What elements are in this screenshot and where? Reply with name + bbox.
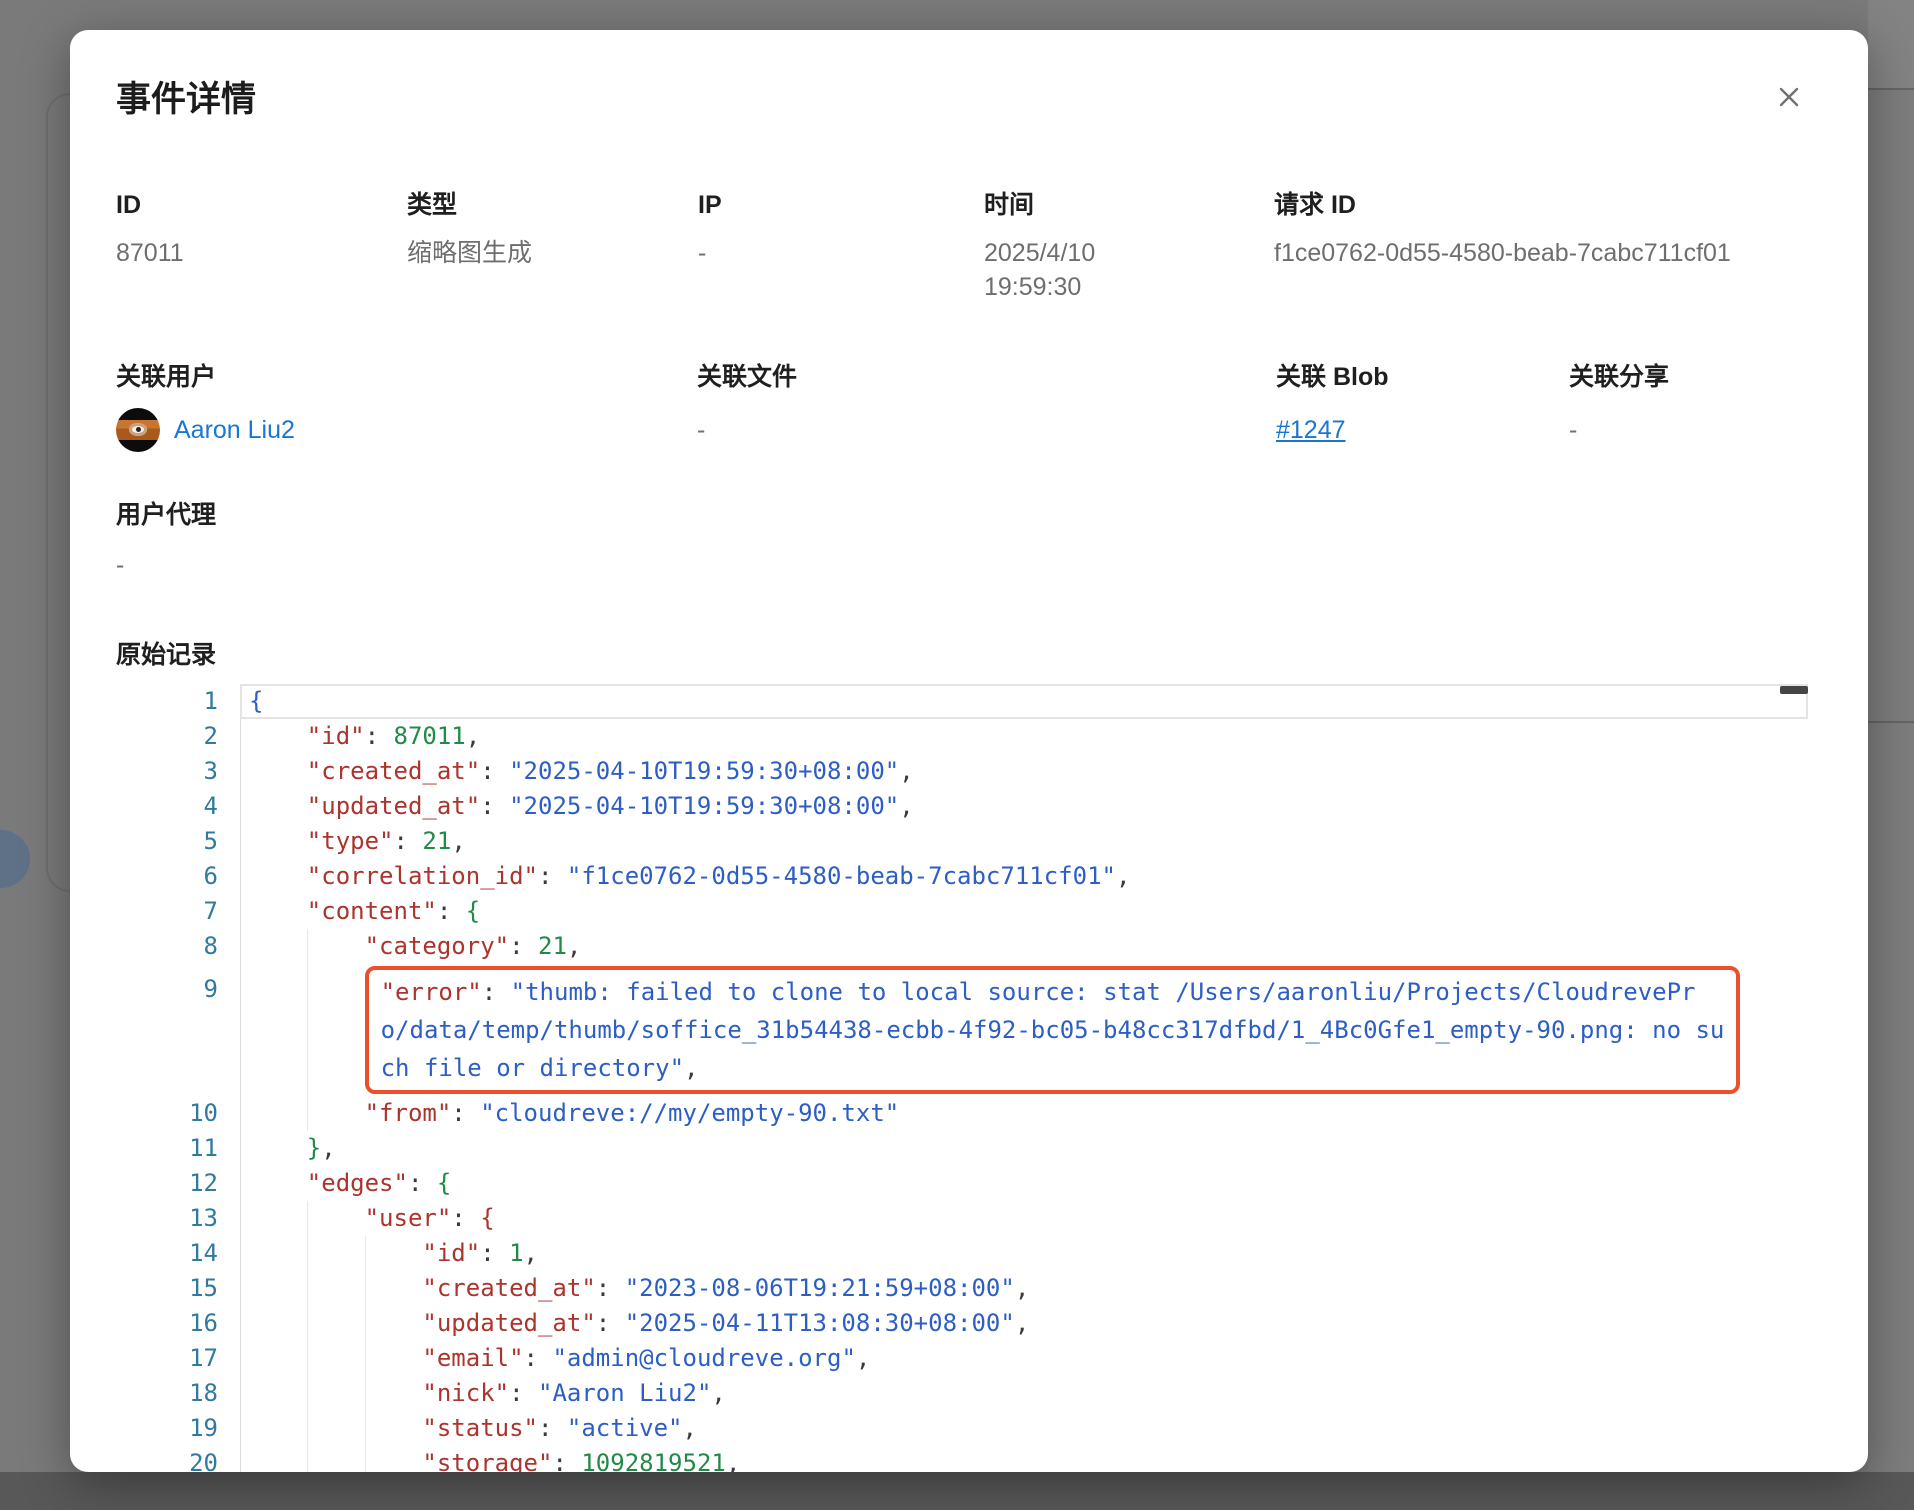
info-cell-related-user: 关联用户 Aaron Liu2	[116, 360, 697, 452]
indent-guide	[365, 1376, 366, 1411]
code-line-7: 7"content": {	[116, 894, 1808, 929]
indent-guide	[307, 964, 308, 1096]
line-number: 1	[116, 684, 240, 719]
code-line-1: 1{	[116, 684, 1808, 719]
indent-guide	[307, 1271, 308, 1306]
indent-guide	[365, 1306, 366, 1341]
line-number: 4	[116, 789, 240, 824]
code-line-11: 11},	[116, 1131, 1808, 1166]
indent-guide	[365, 1411, 366, 1446]
user-agent-section: 用户代理 -	[116, 498, 1808, 582]
code-line-5: 5"type": 21,	[116, 824, 1808, 859]
code-line-3: 3"created_at": "2025-04-10T19:59:30+08:0…	[116, 754, 1808, 789]
code-line-8: 8"category": 21,	[116, 929, 1808, 964]
line-number: 11	[116, 1131, 240, 1166]
info-value-time: 2025/4/10 19:59:30	[984, 236, 1134, 304]
line-number: 15	[116, 1271, 240, 1306]
code-line-19: 19"status": "active",	[116, 1411, 1808, 1446]
info-row-relations: 关联用户 Aaron Liu2 关联文件 - 关联 Blob #1247 关联分…	[116, 360, 1808, 452]
close-button[interactable]	[1774, 82, 1804, 112]
line-number: 18	[116, 1376, 240, 1411]
line-number: 14	[116, 1236, 240, 1271]
line-number: 7	[116, 894, 240, 929]
code-line-16: 16"updated_at": "2025-04-11T13:08:30+08:…	[116, 1306, 1808, 1341]
raw-record-editor[interactable]: 1{2"id": 87011,3"created_at": "2025-04-1…	[116, 684, 1808, 1472]
user-agent-value: -	[116, 548, 1808, 582]
line-number: 6	[116, 859, 240, 894]
info-cell-id: ID 87011	[116, 188, 407, 304]
code-line-20: 20"storage": 1092819521,	[116, 1446, 1808, 1472]
error-highlight-box: "error": "thumb: failed to clone to loca…	[365, 966, 1741, 1094]
info-label-ip: IP	[698, 188, 984, 222]
code-line-6: 6"correlation_id": "f1ce0762-0d55-4580-b…	[116, 859, 1808, 894]
indent-guide	[307, 1306, 308, 1341]
indent-guide	[365, 1236, 366, 1271]
code-line-12: 12"edges": {	[116, 1166, 1808, 1201]
code-line-10: 10"from": "cloudreve://my/empty-90.txt"	[116, 1096, 1808, 1131]
page-title: 事件详情	[116, 78, 256, 122]
indent-guide	[307, 1376, 308, 1411]
line-number: 19	[116, 1411, 240, 1446]
info-label-related-file: 关联文件	[697, 360, 1276, 394]
avatar	[116, 408, 160, 452]
info-value-ip: -	[698, 236, 984, 270]
user-agent-label: 用户代理	[116, 498, 1808, 532]
info-label-related-share: 关联分享	[1569, 360, 1808, 394]
line-number: 17	[116, 1341, 240, 1376]
related-user-link[interactable]: Aaron Liu2	[174, 416, 295, 445]
info-value-request-id: f1ce0762-0d55-4580-beab-7cabc711cf01	[1274, 236, 1808, 270]
line-number: 2	[116, 719, 240, 754]
info-cell-ip: IP -	[698, 188, 984, 304]
line-number: 9	[116, 964, 240, 1096]
info-cell-type: 类型 缩略图生成	[407, 188, 698, 304]
info-label-related-blob: 关联 Blob	[1276, 360, 1569, 394]
code-line-17: 17"email": "admin@cloudreve.org",	[116, 1341, 1808, 1376]
info-label-request-id: 请求 ID	[1274, 188, 1808, 222]
line-number: 8	[116, 929, 240, 964]
info-row-primary: ID 87011 类型 缩略图生成 IP - 时间 2025/4/10 19:5…	[116, 188, 1808, 304]
line-number: 20	[116, 1446, 240, 1472]
line-number: 3	[116, 754, 240, 789]
info-label-related-user: 关联用户	[116, 360, 697, 394]
line-number: 5	[116, 824, 240, 859]
code-line-15: 15"created_at": "2023-08-06T19:21:59+08:…	[116, 1271, 1808, 1306]
info-label-time: 时间	[984, 188, 1274, 222]
info-value-related-share: -	[1569, 408, 1808, 452]
line-number: 13	[116, 1201, 240, 1236]
indent-guide	[365, 1446, 366, 1472]
info-label-type: 类型	[407, 188, 698, 222]
info-cell-related-file: 关联文件 -	[697, 360, 1276, 452]
code-line-13: 13"user": {	[116, 1201, 1808, 1236]
line-number: 12	[116, 1166, 240, 1201]
code-line-18: 18"nick": "Aaron Liu2",	[116, 1376, 1808, 1411]
close-icon	[1774, 100, 1804, 115]
related-blob-link[interactable]: #1247	[1276, 416, 1346, 445]
info-cell-request-id: 请求 ID f1ce0762-0d55-4580-beab-7cabc711cf…	[1274, 188, 1808, 304]
indent-guide	[307, 1411, 308, 1446]
info-value-type: 缩略图生成	[407, 236, 698, 270]
code-line-4: 4"updated_at": "2025-04-10T19:59:30+08:0…	[116, 789, 1808, 824]
indent-guide	[307, 1341, 308, 1376]
indent-guide	[307, 1446, 308, 1472]
code-line-2: 2"id": 87011,	[116, 719, 1808, 754]
info-label-id: ID	[116, 188, 407, 222]
indent-guide	[307, 1201, 308, 1236]
info-cell-time: 时间 2025/4/10 19:59:30	[984, 188, 1274, 304]
code-line-14: 14"id": 1,	[116, 1236, 1808, 1271]
indent-guide	[307, 1096, 308, 1131]
indent-guide	[365, 1271, 366, 1306]
info-value-id: 87011	[116, 236, 407, 270]
info-value-related-file: -	[697, 408, 1276, 452]
indent-guide	[307, 1236, 308, 1271]
raw-record-label: 原始记录	[116, 638, 1808, 672]
scrollbar-thumb[interactable]	[1780, 686, 1808, 694]
line-number: 10	[116, 1096, 240, 1131]
info-cell-related-blob: 关联 Blob #1247	[1276, 360, 1569, 452]
indent-guide	[307, 929, 308, 964]
code-line-9: 9 "error": "thumb: failed to clone to loc…	[116, 964, 1808, 1096]
line-number: 16	[116, 1306, 240, 1341]
event-details-dialog: 事件详情 ID 87011 类型 缩略图生成 IP - 时间 2025/4/10…	[70, 30, 1868, 1472]
indent-guide	[365, 1341, 366, 1376]
info-cell-related-share: 关联分享 -	[1569, 360, 1808, 452]
